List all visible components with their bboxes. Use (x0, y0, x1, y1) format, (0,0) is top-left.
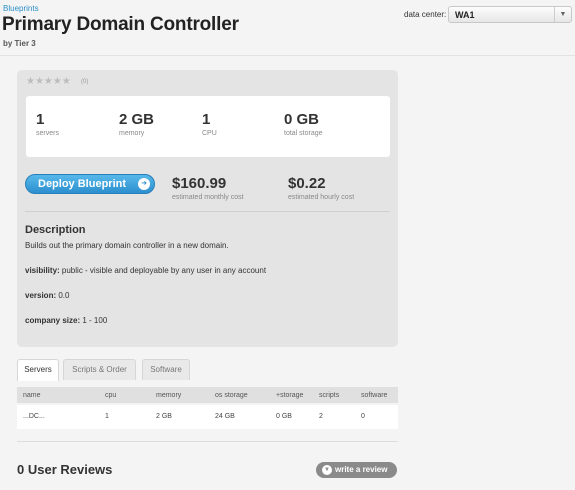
deploy-button-label: Deploy Blueprint (38, 178, 127, 190)
column-header-name: name (23, 392, 41, 399)
stat-memory: 2 GB memory (119, 111, 154, 137)
stat-label: total storage (284, 130, 323, 137)
servers-table-header: name cpu memory os storage +storage scri… (17, 387, 398, 403)
stat-value: 1 (36, 111, 45, 128)
monthly-cost-label: estimated monthly cost (172, 194, 244, 201)
visibility-label: visibility: (25, 266, 60, 275)
hourly-cost-label: estimated hourly cost (288, 194, 355, 201)
hourly-cost: $0.22 estimated hourly cost (288, 175, 354, 201)
column-header-scripts: scripts (319, 392, 340, 399)
data-center-value: WA1 (455, 10, 475, 20)
column-header-software: software (361, 392, 388, 399)
stat-label: memory (119, 130, 145, 137)
company-size-label: company size: (25, 316, 81, 325)
cell-memory: 2 GB (156, 413, 172, 420)
blueprint-summary-panel: ★★★★★ (0) 1 servers 2 GB memory 1 CPU 0 … (17, 70, 398, 347)
description-text: Builds out the primary domain controller… (25, 241, 229, 250)
description-heading: Description (25, 224, 86, 236)
stat-value: 2 GB (119, 111, 155, 128)
column-header-plus-storage: +storage (276, 392, 304, 399)
column-header-cpu: cpu (105, 392, 117, 399)
cell-os-storage: 24 GB (215, 413, 235, 420)
author-byline: by Tier 3 (3, 39, 36, 48)
table-divider (17, 441, 398, 442)
visibility-info: visibility: public - visible and deploya… (25, 266, 266, 275)
write-review-button[interactable]: ▼ write a review (316, 462, 397, 478)
tab-servers[interactable]: Servers (17, 359, 59, 381)
table-row[interactable]: ...DC... 1 2 GB 24 GB 0 GB 2 0 (17, 405, 398, 429)
stat-cpu: 1 CPU (202, 111, 217, 137)
visibility-value: public - visible and deployable by any u… (59, 266, 267, 275)
cell-cpu: 1 (105, 413, 109, 420)
header-divider (0, 55, 575, 56)
panel-divider (25, 211, 390, 212)
version-label: version: (25, 291, 57, 300)
cell-plus-storage: 0 GB (276, 413, 292, 420)
breadcrumb-blueprints[interactable]: Blueprints (3, 4, 39, 13)
rating-count: (0) (81, 79, 89, 85)
data-center-label: data center: (404, 10, 447, 19)
arrow-right-icon: ➜ (138, 178, 150, 190)
version-info: version: 0.0 (25, 291, 69, 300)
stat-label: servers (36, 130, 59, 137)
tab-software[interactable]: Software (142, 359, 190, 380)
version-value: 0.0 (56, 291, 70, 300)
tab-scripts-order[interactable]: Scripts & Order (63, 359, 136, 380)
stat-label: CPU (202, 130, 217, 137)
cell-scripts: 2 (319, 413, 323, 420)
stat-value: 1 (202, 111, 211, 128)
page-title: Primary Domain Controller (2, 14, 239, 35)
column-header-memory: memory (156, 392, 182, 399)
column-header-os-storage: os storage (215, 392, 248, 399)
stats-box: 1 servers 2 GB memory 1 CPU 0 GB total s… (26, 96, 390, 157)
company-size-info: company size: 1 - 100 (25, 316, 107, 325)
stat-total-storage: 0 GB total storage (284, 111, 323, 137)
cell-software: 0 (361, 413, 365, 420)
stat-value: 0 GB (284, 111, 320, 128)
company-size-value: 1 - 100 (80, 316, 108, 325)
hourly-cost-value: $0.22 (288, 175, 326, 192)
chevron-down-icon: ▼ (322, 465, 332, 475)
monthly-cost: $160.99 estimated monthly cost (172, 175, 244, 201)
monthly-cost-value: $160.99 (172, 175, 227, 192)
deploy-blueprint-button[interactable]: Deploy Blueprint ➜ (25, 174, 155, 194)
chevron-down-icon: ▼ (554, 7, 571, 22)
user-reviews-heading: 0 User Reviews (17, 462, 113, 477)
write-review-label: write a review (335, 465, 388, 474)
cell-name: ...DC... (23, 413, 45, 420)
star-rating-icon[interactable]: ★★★★★ (26, 76, 71, 87)
stat-servers: 1 servers (36, 111, 59, 137)
data-center-select[interactable]: WA1 ▼ (448, 6, 572, 23)
